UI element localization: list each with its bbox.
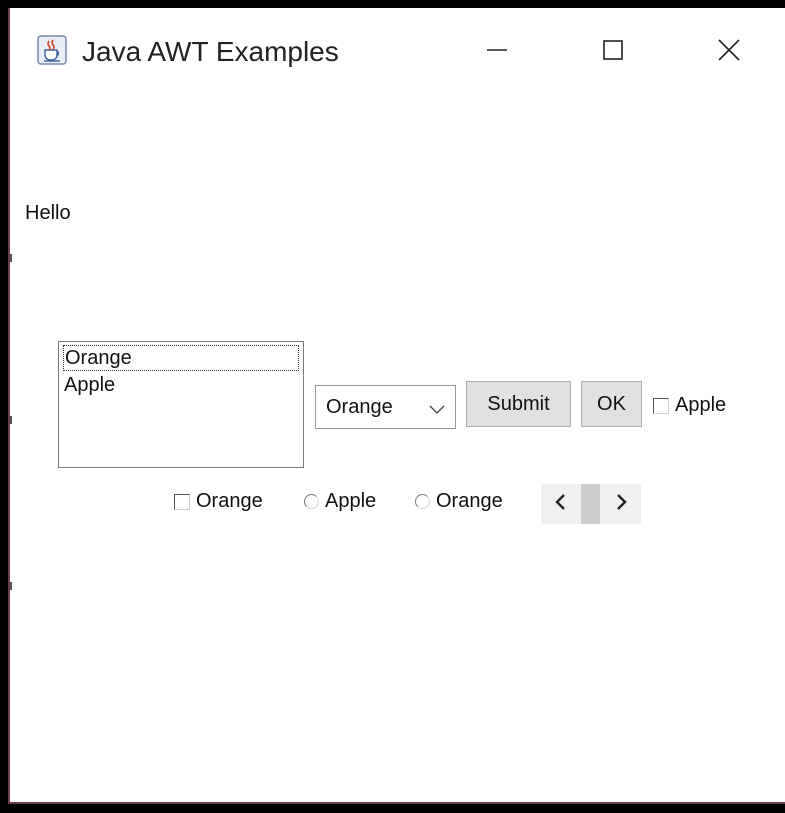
- minimize-icon: [486, 39, 508, 66]
- close-icon: [717, 38, 741, 67]
- maximize-icon: [602, 39, 624, 66]
- frame-edge-mark: [10, 582, 12, 590]
- frame-edge-mark: [10, 416, 12, 424]
- maximize-button[interactable]: [588, 30, 638, 74]
- list-item-orange[interactable]: Orange: [63, 345, 299, 371]
- apple-checkbox-label: Apple: [675, 394, 727, 416]
- list-item-apple[interactable]: Apple: [63, 373, 115, 399]
- app-window: Java AWT Examples Hello Orange Apple Ora…: [8, 8, 785, 804]
- minimize-button[interactable]: [472, 30, 522, 74]
- orange-checkbox[interactable]: Orange: [174, 490, 263, 513]
- chevron-right-icon: [616, 493, 628, 515]
- title-bar[interactable]: Java AWT Examples: [10, 8, 785, 88]
- submit-button[interactable]: Submit: [466, 381, 571, 427]
- close-button[interactable]: [704, 30, 754, 74]
- checkbox-box[interactable]: [653, 397, 669, 414]
- horizontal-scrollbar[interactable]: [541, 484, 641, 524]
- scroll-right-button[interactable]: [605, 484, 639, 524]
- java-coffee-cup-icon[interactable]: [37, 35, 67, 65]
- scroll-thumb[interactable]: [581, 484, 600, 524]
- ok-button[interactable]: OK: [581, 381, 642, 427]
- apple-radio-label: Apple: [325, 490, 377, 512]
- chevron-left-icon: [554, 493, 566, 515]
- window-title: Java AWT Examples: [82, 36, 339, 67]
- chevron-down-icon: [429, 402, 445, 414]
- orange-checkbox-label: Orange: [196, 490, 263, 512]
- orange-radio-label: Orange: [436, 490, 503, 512]
- fruit-list[interactable]: Orange Apple: [58, 341, 304, 468]
- checkbox-box[interactable]: [174, 493, 190, 510]
- scroll-left-button[interactable]: [543, 484, 577, 524]
- radio-button[interactable]: [304, 494, 319, 509]
- fruit-choice-dropdown[interactable]: Orange: [315, 385, 456, 429]
- frame-edge-mark: [10, 254, 12, 262]
- choice-selected-value: Orange: [326, 395, 393, 418]
- orange-radio[interactable]: Orange: [415, 490, 503, 513]
- radio-button[interactable]: [415, 494, 430, 509]
- apple-radio[interactable]: Apple: [304, 490, 376, 513]
- hello-label: Hello: [25, 202, 71, 224]
- apple-checkbox[interactable]: Apple: [653, 394, 726, 417]
